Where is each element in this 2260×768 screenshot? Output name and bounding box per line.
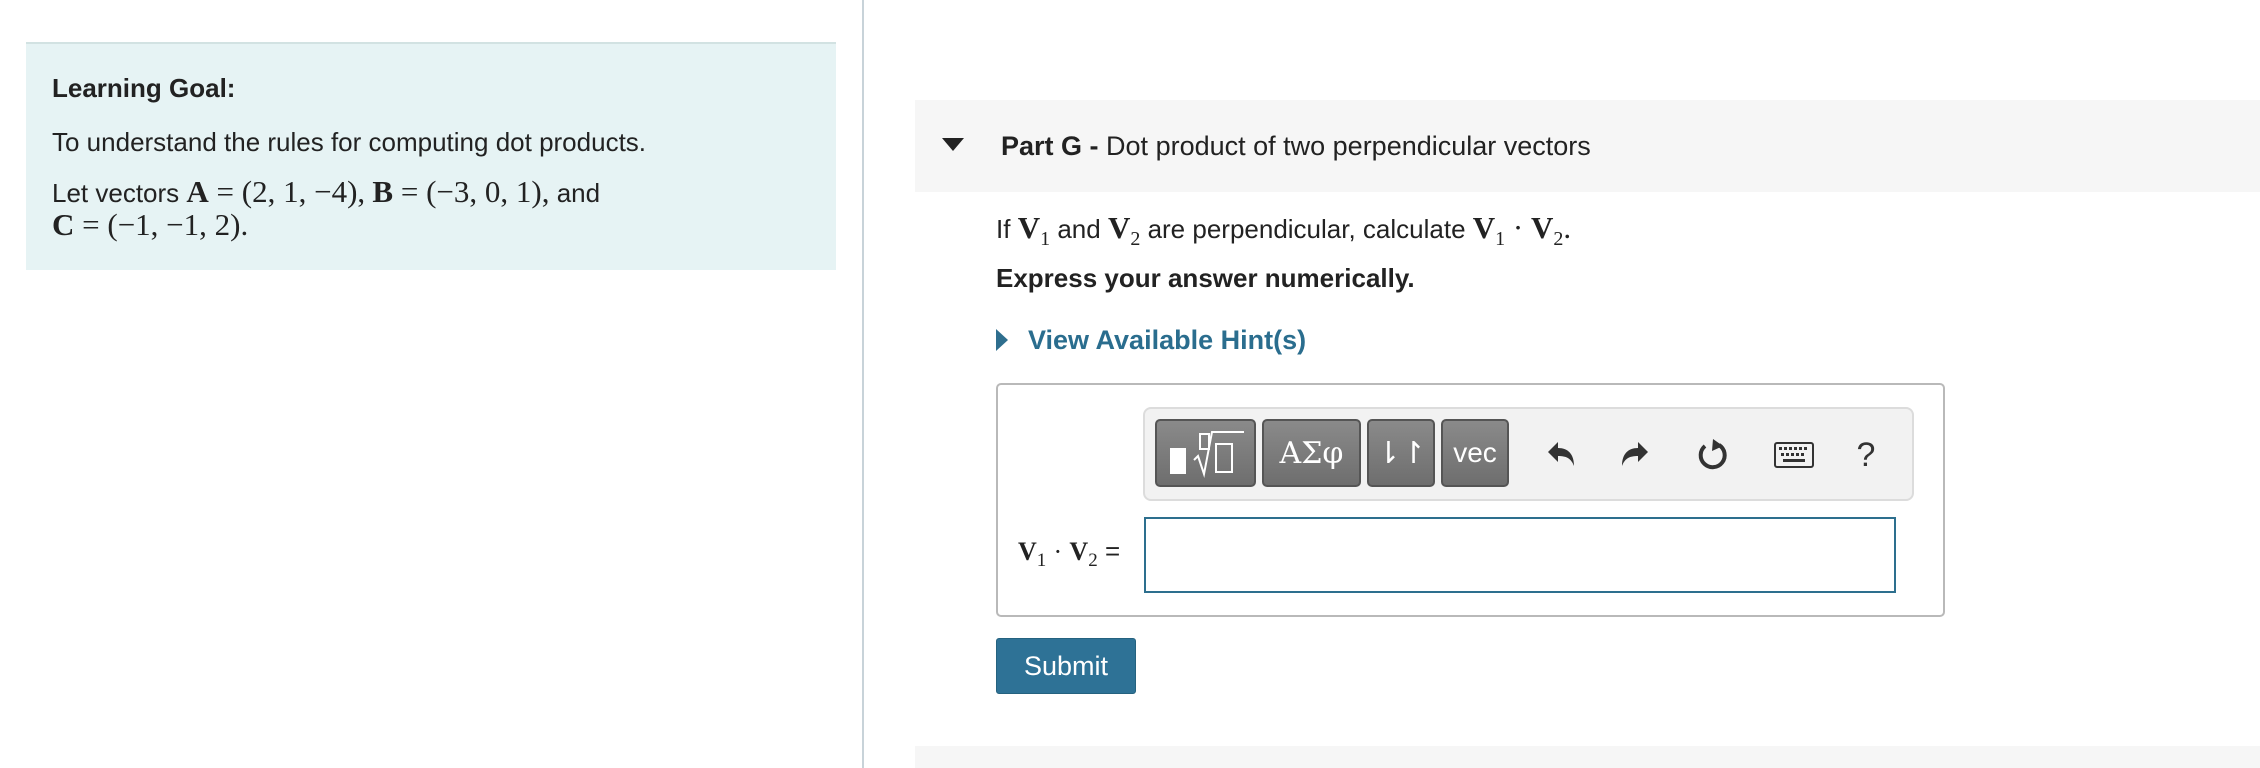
keyboard-button[interactable]: [1769, 433, 1819, 477]
learning-goal-pane: Learning Goal: To understand the rules f…: [0, 0, 862, 768]
label-v2-subscript: 2: [1088, 550, 1098, 572]
math-toolbar: ΑΣφ ⇂↾ vec ?: [1143, 407, 1914, 501]
vector-c-definition: C = (−1, −1, 2).: [52, 207, 249, 242]
keyboard-icon: [1774, 442, 1814, 468]
label-v1-name: V: [1018, 537, 1037, 566]
and-word: and: [556, 178, 601, 208]
vector-a-value: (2, 1, −4): [241, 174, 358, 209]
vector-definitions: Let vectors A = (2, 1, −4), B = (−3, 0, …: [52, 176, 810, 242]
redo-icon: [1622, 442, 1648, 466]
v1-subscript: 1: [1040, 228, 1051, 251]
view-hints-link[interactable]: View Available Hint(s): [996, 323, 1306, 357]
label-equals: =: [1104, 536, 1121, 566]
vector-b-definition: B = (−3, 0, 1),: [372, 174, 550, 209]
answer-instruction: Express your answer numerically.: [996, 263, 1415, 293]
part-title-text: Dot product of two perpendicular vectors: [1106, 131, 1591, 161]
undo-icon: [1548, 442, 1574, 466]
v2-subscript: 2: [1130, 228, 1141, 251]
question-and: and: [1057, 214, 1101, 244]
vector-a-name: A: [186, 174, 209, 209]
redo-button[interactable]: [1613, 433, 1657, 477]
learning-goal-box: Learning Goal: To understand the rules f…: [26, 42, 836, 270]
v2-symbol: V2: [1107, 210, 1140, 250]
view-hints-label[interactable]: View Available Hint(s): [1028, 325, 1306, 356]
undo-button[interactable]: [1539, 433, 1583, 477]
vector-button[interactable]: vec: [1441, 419, 1509, 487]
learning-goal-heading: Learning Goal:: [52, 73, 236, 103]
pane-divider: [862, 0, 864, 768]
learning-goal-text: To understand the rules for computing do…: [52, 127, 647, 157]
v1-name: V: [1017, 210, 1041, 245]
part-title: Part G - Dot product of two perpendicula…: [1001, 130, 1591, 162]
vectors-intro: Let vectors: [52, 178, 180, 208]
vector-c-name: C: [52, 207, 75, 242]
vector-b-value: (−3, 0, 1): [426, 174, 542, 209]
templates-icon: [1169, 431, 1244, 478]
expr-v2-name: V: [1531, 210, 1554, 245]
collapse-triangle-icon[interactable]: [942, 138, 964, 151]
arrows-button[interactable]: ⇂↾: [1367, 419, 1435, 487]
next-part-header: [915, 746, 2260, 768]
expand-triangle-icon[interactable]: [996, 329, 1008, 351]
vector-a-definition: A = (2, 1, −4),: [186, 174, 366, 209]
help-button[interactable]: ?: [1844, 433, 1888, 477]
question-if: If: [996, 214, 1011, 244]
part-label: Part G -: [1001, 131, 1099, 161]
answer-label: V1 · V2 =: [1018, 536, 1121, 572]
vector-c-value: (−1, −1, 2): [107, 207, 241, 242]
answer-input[interactable]: [1144, 517, 1896, 593]
part-header[interactable]: Part G - Dot product of two perpendicula…: [915, 100, 2260, 192]
question-middle: are perpendicular, calculate: [1147, 214, 1466, 244]
vector-b-name: B: [372, 174, 394, 209]
label-v2-name: V: [1069, 537, 1089, 566]
v1-symbol: V1: [1017, 210, 1050, 250]
label-v1-subscript: 1: [1036, 550, 1047, 572]
submit-button[interactable]: Submit: [996, 638, 1136, 694]
v2-name: V: [1107, 210, 1131, 245]
expr-v2-subscript: 2: [1553, 228, 1564, 251]
expr-v1-name: V: [1472, 210, 1496, 245]
question-text: If V1 and V2 are perpendicular, calculat…: [996, 210, 1571, 257]
reset-button[interactable]: [1691, 433, 1735, 477]
expr-v1-subscript: 1: [1495, 228, 1506, 251]
dot-product-expression: V1 · V2.: [1472, 210, 1572, 251]
answer-box: ΑΣφ ⇂↾ vec ? V1 · V2 =: [996, 383, 1945, 617]
greek-symbols-button[interactable]: ΑΣφ: [1262, 419, 1361, 487]
reset-icon: [1698, 439, 1727, 470]
templates-button[interactable]: [1155, 419, 1256, 487]
